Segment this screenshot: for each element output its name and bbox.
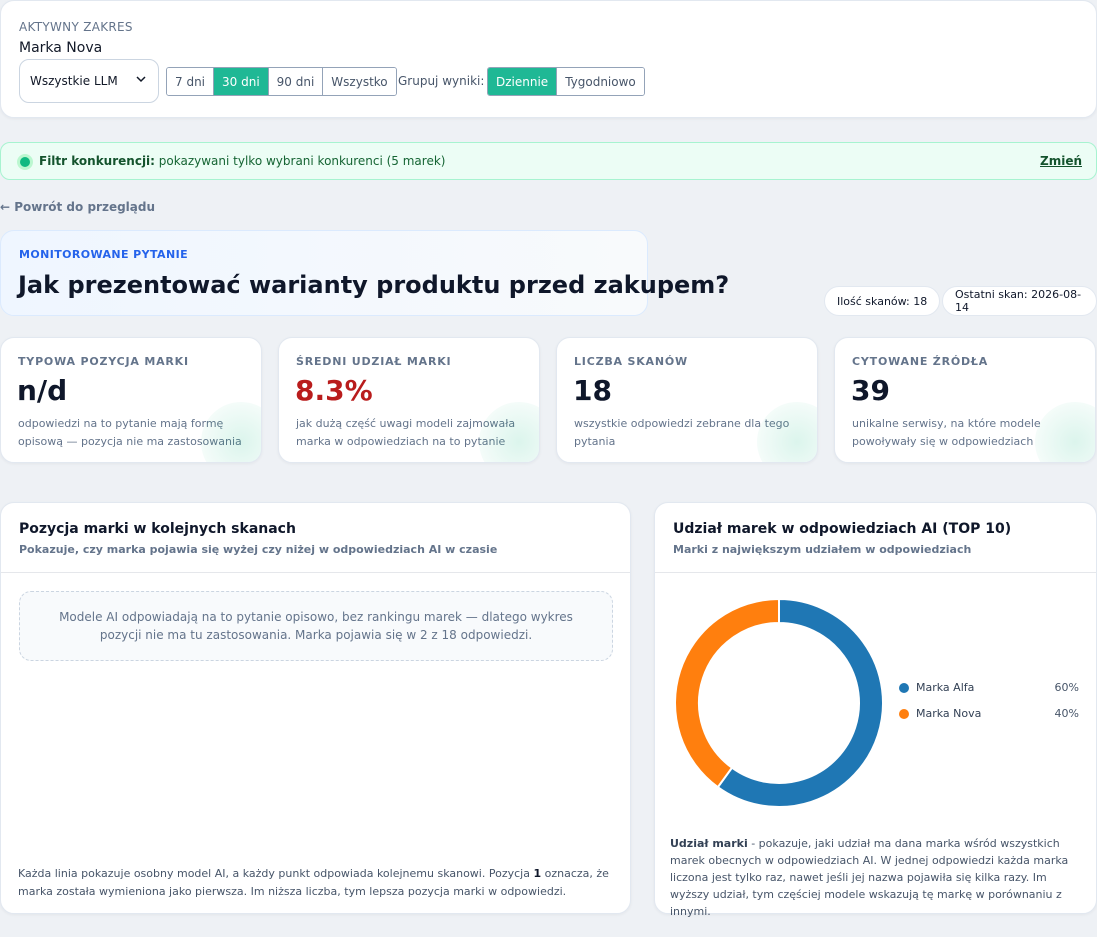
group-option-weekly[interactable]: Tygodniowo	[557, 68, 644, 95]
filter-description: pokazywani tylko wybrani konkurenci (5 m…	[154, 154, 446, 168]
position-panel: Pozycja marki w kolejnych skanach Pokazu…	[0, 502, 631, 914]
metric-label: LICZBA SKANÓW	[574, 355, 688, 368]
group-option-daily[interactable]: Dziennie	[488, 68, 558, 95]
metric-label: ŚREDNI UDZIAŁ MARKI	[296, 355, 452, 368]
metric-card-sources: CYTOWANE ŹRÓDŁA 39 unikalne serwisy, na …	[834, 337, 1096, 463]
footnote-bold: 1	[533, 867, 542, 880]
chevron-down-icon	[136, 76, 146, 83]
decorative-glow	[757, 402, 817, 462]
legend-value: 40%	[1054, 707, 1079, 720]
llm-select[interactable]: Wszystkie LLM	[19, 59, 159, 103]
legend-item: Marka Alfa 60%	[899, 681, 1079, 694]
metric-card-position: TYPOWA POZYCJA MARKI n/d odpowiedzi na t…	[0, 337, 262, 463]
scope-card: AKTYWNY ZAKRES Marka Nova Wszystkie LLM …	[0, 0, 1097, 118]
panel-subtitle: Pokazuje, czy marka pojawia się wyżej cz…	[19, 543, 498, 556]
filter-title: Filtr konkurencji:	[39, 154, 155, 168]
metric-value: 18	[573, 374, 612, 407]
group-label: Grupuj wyniki:	[398, 74, 485, 88]
change-filter-link[interactable]: Zmień	[1040, 154, 1082, 168]
metric-card-scans: LICZBA SKANÓW 18 wszystkie odpowiedzi ze…	[556, 337, 818, 463]
group-segment: Dziennie Tygodniowo	[487, 67, 645, 96]
metric-label: CYTOWANE ŹRÓDŁA	[852, 355, 989, 368]
range-segment: 7 dni 30 dni 90 dni Wszystko	[166, 67, 397, 96]
scope-brand: Marka Nova	[19, 40, 103, 56]
divider	[1, 572, 630, 573]
filter-text: Filtr konkurencji: pokazywani tylko wybr…	[39, 154, 445, 168]
panel-title: Pozycja marki w kolejnych skanach	[19, 521, 296, 537]
metric-card-share: ŚREDNI UDZIAŁ MARKI 8.3% jak dużą część …	[278, 337, 540, 463]
metric-value: 39	[851, 374, 890, 407]
llm-select-value: Wszystkie LLM	[30, 74, 118, 88]
brand-share-donut-chart	[675, 599, 883, 807]
panel-footnote: Każda linia pokazuje osobny model AI, a …	[18, 865, 618, 901]
question-text: Jak prezentować warianty produktu przed …	[18, 271, 730, 299]
footnote-bold: Udział marki	[670, 837, 748, 850]
range-option-90[interactable]: 90 dni	[268, 68, 324, 95]
question-card: MONITOROWANE PYTANIE Jak prezentować war…	[0, 230, 729, 316]
metric-value: n/d	[17, 374, 68, 407]
last-scan-badge: Ostatni skan: 2026-08-14	[942, 286, 1097, 316]
panel-footnote: Udział marki - pokazuje, jaki udział ma …	[670, 835, 1080, 920]
footnote-part: Każda linia pokazuje osobny model AI, a …	[18, 867, 534, 880]
scope-label: AKTYWNY ZAKRES	[19, 20, 133, 34]
status-dot-icon	[20, 157, 30, 167]
range-option-7[interactable]: 7 dni	[167, 68, 215, 95]
legend-label: Marka Alfa	[916, 681, 975, 694]
metric-value: 8.3%	[295, 374, 373, 407]
donut-slice-marka-nova[interactable]	[675, 599, 780, 789]
panel-subtitle: Marki z największym udziałem w odpowiedz…	[673, 543, 972, 556]
metric-label: TYPOWA POZYCJA MARKI	[18, 355, 189, 368]
back-to-overview-link[interactable]: ← Powrót do przeglądu	[0, 200, 155, 214]
legend-label: Marka Nova	[916, 707, 982, 720]
divider	[655, 572, 1096, 573]
legend-swatch	[899, 682, 909, 693]
empty-state-message: Modele AI odpowiadają na to pytanie opis…	[19, 591, 613, 661]
legend-value: 60%	[1054, 681, 1079, 694]
range-option-30[interactable]: 30 dni	[214, 68, 269, 95]
decorative-glow	[201, 402, 261, 462]
legend-item: Marka Nova 40%	[899, 707, 1079, 720]
question-label: MONITOROWANE PYTANIE	[19, 248, 188, 261]
brand-share-panel: Udział marek w odpowiedziach AI (TOP 10)…	[654, 502, 1097, 918]
scan-count-badge: Ilość skanów: 18	[824, 286, 941, 316]
competitor-filter-banner: Filtr konkurencji: pokazywani tylko wybr…	[0, 142, 1097, 180]
decorative-glow	[1035, 402, 1095, 462]
decorative-glow	[479, 402, 539, 462]
panel-title: Udział marek w odpowiedziach AI (TOP 10)	[673, 521, 1012, 537]
range-option-all[interactable]: Wszystko	[323, 68, 396, 95]
legend-swatch	[899, 708, 909, 719]
